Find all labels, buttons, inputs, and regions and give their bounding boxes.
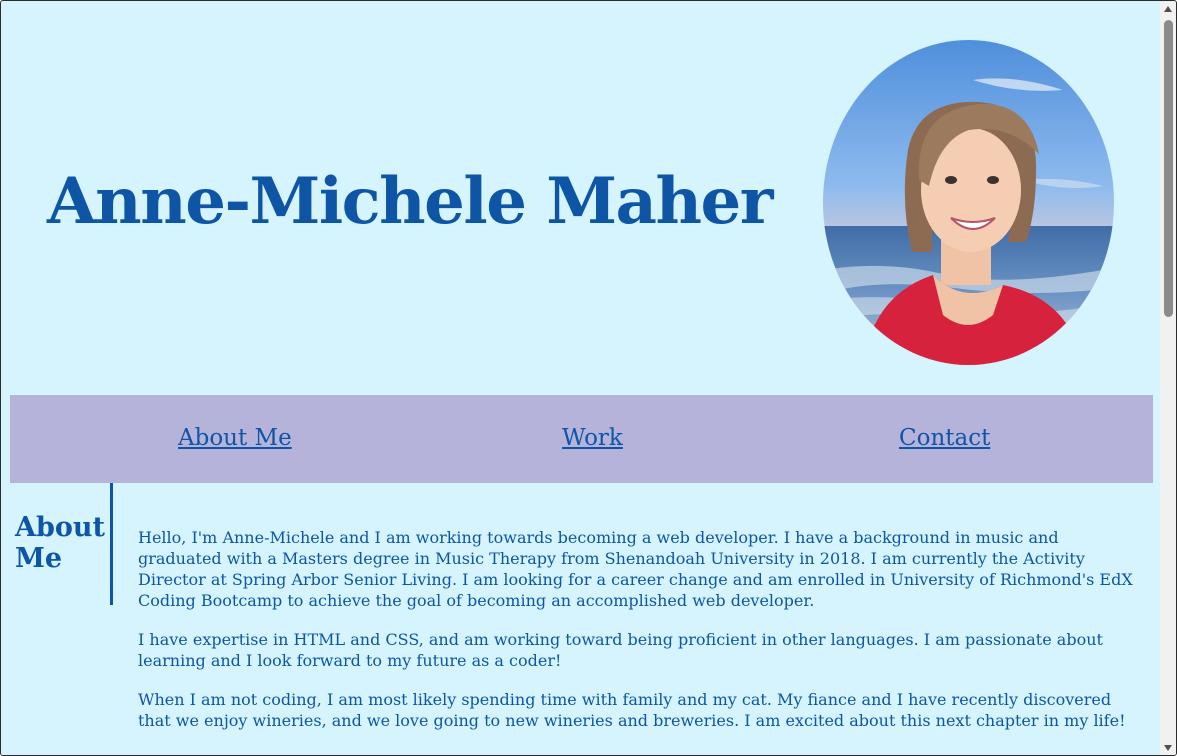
scrollbar-thumb[interactable] — [1164, 20, 1173, 317]
page-viewport[interactable]: Anne-Michele Maher About Me Work Contact… — [2, 2, 1159, 755]
nav-bar: About Me Work Contact — [10, 395, 1153, 483]
vertical-scrollbar[interactable] — [1160, 2, 1176, 755]
site-header: Anne-Michele Maher — [2, 2, 1159, 395]
scroll-up-arrow-icon[interactable] — [1160, 2, 1176, 16]
about-paragraph-2: I have expertise in HTML and CSS, and am… — [138, 630, 1103, 670]
nav-link-contact[interactable]: Contact — [899, 423, 990, 453]
about-paragraph-1: Hello, I'm Anne-Michele and I am working… — [138, 528, 1133, 610]
browser-window: Anne-Michele Maher About Me Work Contact… — [0, 0, 1177, 756]
about-heading: About Me — [15, 512, 105, 574]
site-title: Anne-Michele Maher — [47, 164, 773, 239]
nav-link-work[interactable]: Work — [562, 423, 623, 453]
scroll-down-arrow-icon[interactable] — [1160, 741, 1176, 755]
about-divider — [110, 483, 113, 605]
about-body: Hello, I'm Anne-Michele and I am working… — [138, 527, 1138, 749]
about-paragraph-3: When I am not coding, I am most likely s… — [138, 690, 1126, 730]
portrait-photo — [823, 40, 1114, 365]
nav-link-about-me[interactable]: About Me — [178, 423, 292, 453]
